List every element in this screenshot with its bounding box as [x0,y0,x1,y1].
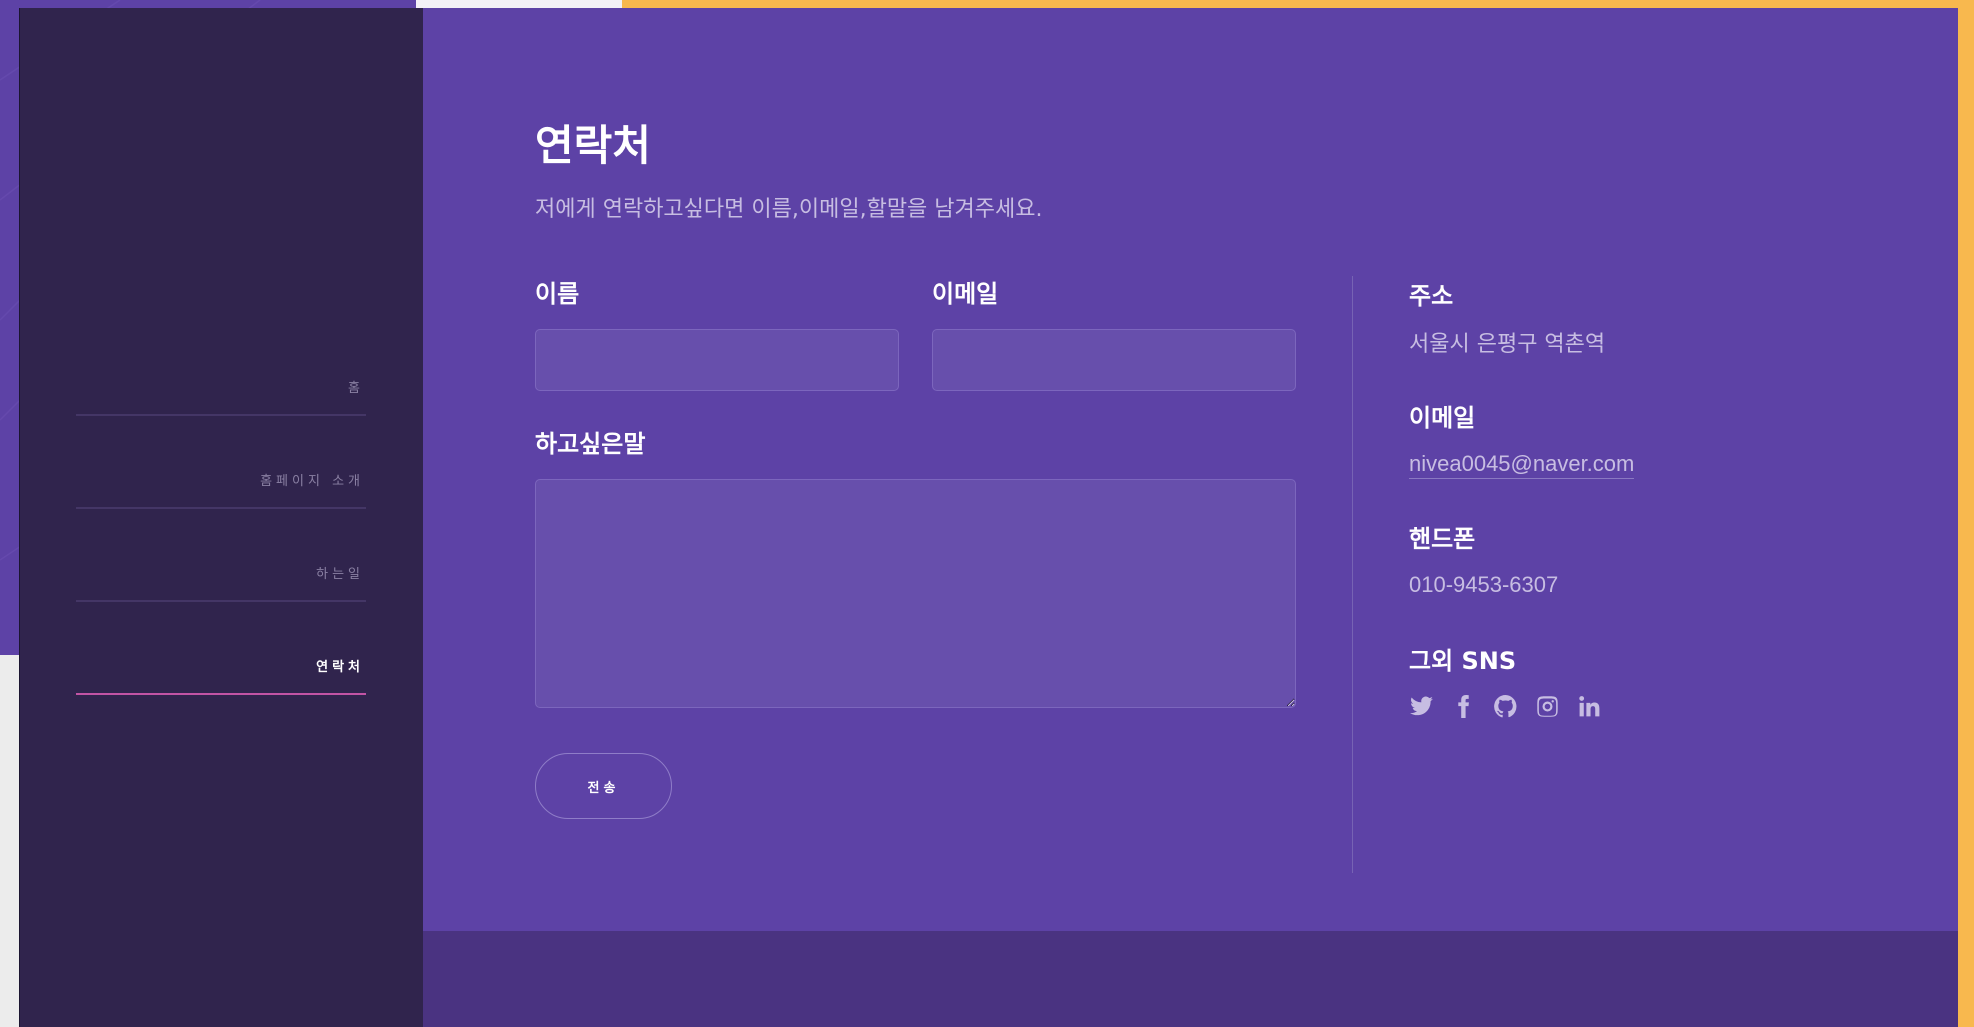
page-subtitle: 저에게 연락하고싶다면 이름,이메일,할말을 남겨주세요. [535,197,1043,222]
address-value: 서울시 은평구 역촌역 [1409,332,1606,357]
email-label: 이메일 [932,280,999,308]
linkedin-icon[interactable] [1577,694,1602,719]
page-title: 연락처 [535,121,651,170]
github-icon[interactable] [1493,694,1518,719]
sidebar-item-label: 홈페이지 소개 [260,474,364,489]
footer [423,931,1958,1027]
section-divider [1352,276,1353,873]
top-bar-accent [622,0,1974,8]
sidebar-item-contact[interactable]: 연락처 [76,602,366,695]
sidebar-item-label: 홈 [348,381,364,396]
sidebar-item-home[interactable]: 홈 [76,354,366,416]
sidebar-item-label: 하는일 [316,567,364,582]
facebook-icon[interactable] [1451,694,1476,719]
email-title: 이메일 [1409,404,1476,432]
sidebar-item-label: 연락처 [316,660,364,675]
right-edge-accent [1958,0,1974,1027]
phone-title: 핸드폰 [1409,525,1476,553]
sidebar-item-work[interactable]: 하는일 [76,509,366,602]
top-bar-light [416,0,622,8]
name-field[interactable] [535,329,899,391]
sidebar-item-about[interactable]: 홈페이지 소개 [76,416,366,509]
email-link[interactable]: nivea0045@naver.com [1409,451,1635,479]
send-button[interactable]: 전송 [535,753,672,819]
phone-value: 010-9453-6307 [1409,572,1559,597]
message-field[interactable] [535,479,1296,708]
instagram-icon[interactable] [1535,694,1560,719]
name-label: 이름 [535,280,580,308]
contact-section: 연락처 저에게 연락하고싶다면 이름,이메일,할말을 남겨주세요. 이름 이메일… [423,8,1958,931]
twitter-icon[interactable] [1409,694,1434,719]
sidebar: 홈 홈페이지 소개 하는일 연락처 [19,8,424,1027]
sns-links [1409,694,1602,719]
message-label: 하고싶은말 [535,430,646,458]
sidebar-nav: 홈 홈페이지 소개 하는일 연락처 [76,354,366,695]
address-title: 주소 [1409,282,1454,310]
email-field[interactable] [932,329,1296,391]
sns-title: 그외 SNS [1409,647,1517,675]
